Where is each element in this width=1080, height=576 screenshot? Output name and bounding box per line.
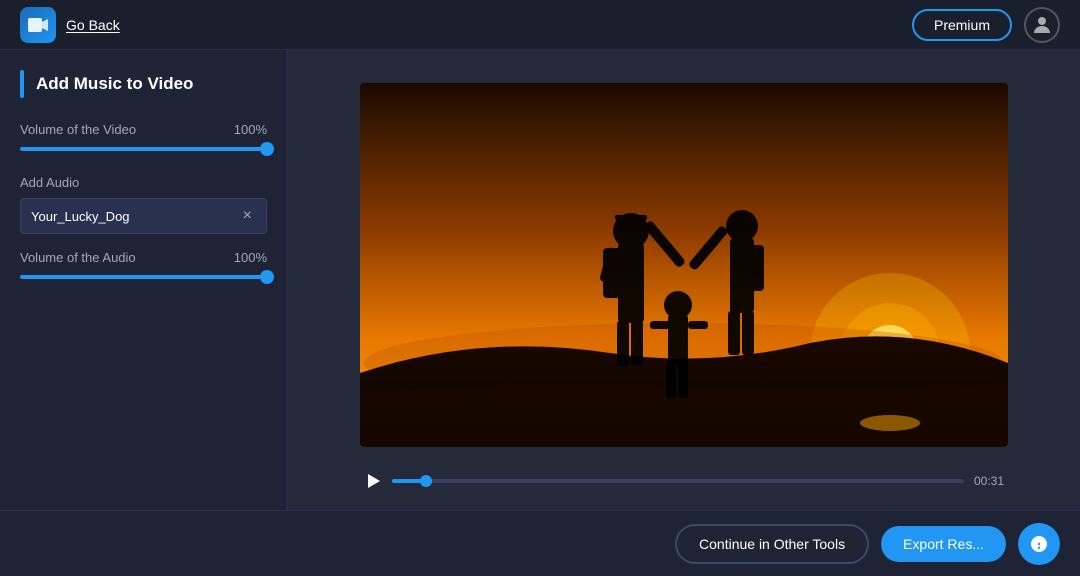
video-wrapper — [304, 66, 1064, 464]
user-avatar[interactable] — [1024, 7, 1060, 43]
volume-video-thumb[interactable] — [260, 142, 274, 156]
sidebar-title: Add Music to Video — [36, 74, 193, 94]
volume-video-fill — [20, 147, 267, 151]
volume-video-value: 100% — [234, 122, 267, 137]
volume-video-slider-container[interactable] — [20, 147, 267, 151]
sidebar-accent-bar — [20, 70, 24, 98]
video-controls: 00:31 — [360, 464, 1008, 494]
volume-video-label-row: Volume of the Video 100% — [20, 122, 267, 137]
main-content: Add Music to Video Volume of the Video 1… — [0, 50, 1080, 510]
help-button[interactable] — [1018, 523, 1060, 565]
sidebar-title-container: Add Music to Video — [20, 70, 267, 98]
volume-audio-label: Volume of the Audio — [20, 250, 136, 265]
volume-audio-thumb[interactable] — [260, 270, 274, 284]
volume-video-label: Volume of the Video — [20, 122, 136, 137]
audio-file-name: Your_Lucky_Dog — [31, 209, 239, 224]
video-area: 00:31 — [288, 50, 1080, 510]
header-right: Premium — [912, 7, 1060, 43]
volume-audio-track — [20, 275, 267, 279]
go-back-button[interactable]: Go Back — [66, 17, 120, 33]
header: Go Back Premium — [0, 0, 1080, 50]
audio-file-input: Your_Lucky_Dog × — [20, 198, 267, 234]
app-icon — [20, 7, 56, 43]
export-button[interactable]: Export Res... — [881, 526, 1006, 562]
play-button[interactable] — [364, 472, 382, 490]
video-thumbnail — [360, 83, 1008, 447]
volume-audio-label-row: Volume of the Audio 100% — [20, 250, 267, 265]
add-audio-label: Add Audio — [20, 175, 267, 190]
header-left: Go Back — [20, 7, 120, 43]
volume-audio-slider-container[interactable] — [20, 275, 267, 279]
volume-audio-value: 100% — [234, 250, 267, 265]
sidebar: Add Music to Video Volume of the Video 1… — [0, 50, 288, 510]
volume-video-track — [20, 147, 267, 151]
volume-audio-fill — [20, 275, 267, 279]
progress-thumb[interactable] — [420, 475, 432, 487]
progress-track[interactable] — [392, 479, 964, 483]
premium-button[interactable]: Premium — [912, 9, 1012, 41]
footer: Continue in Other Tools Export Res... — [0, 510, 1080, 576]
continue-button[interactable]: Continue in Other Tools — [675, 524, 869, 564]
audio-remove-button[interactable]: × — [239, 207, 256, 225]
video-duration: 00:31 — [974, 474, 1004, 488]
add-audio-section: Add Audio Your_Lucky_Dog × — [20, 175, 267, 234]
